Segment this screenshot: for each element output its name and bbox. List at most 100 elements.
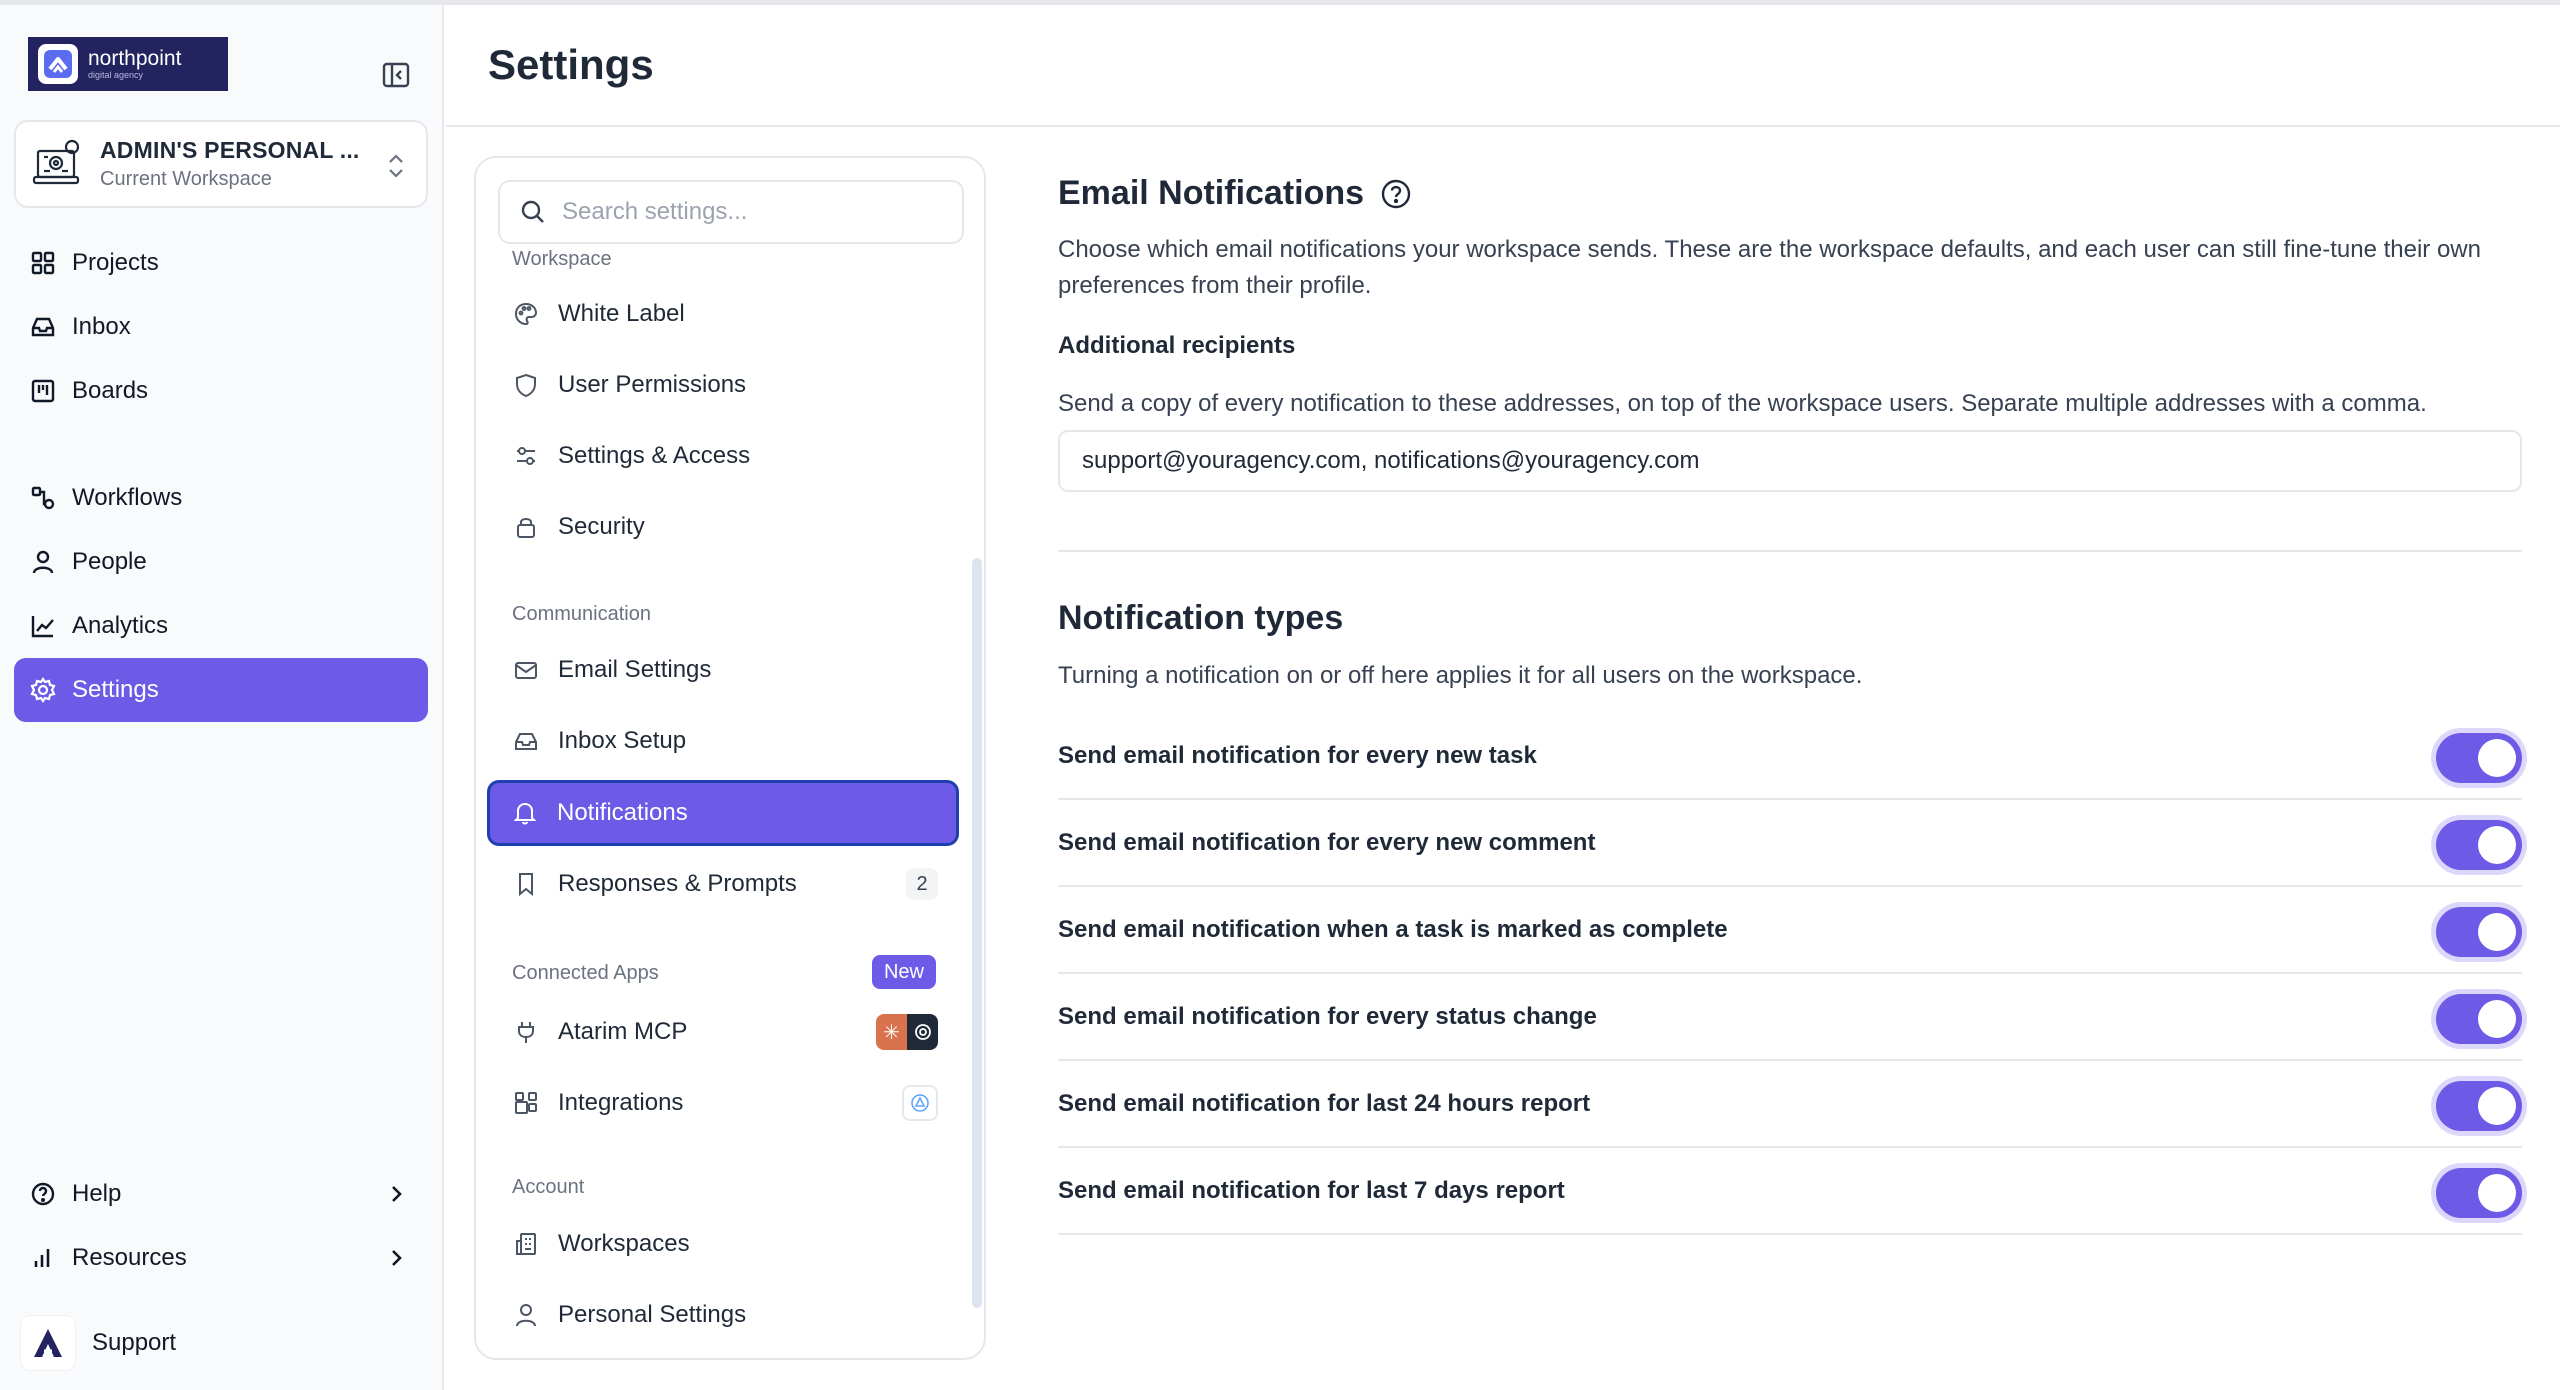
- settings-search-input[interactable]: Search settings...: [498, 180, 964, 244]
- settings-item-settings-access[interactable]: Settings & Access: [488, 424, 962, 488]
- notification-row: Send email notification for last 7 days …: [1058, 1148, 2522, 1235]
- brand-tagline: digital agency: [88, 70, 144, 80]
- additional-recipients-label: Additional recipients: [1058, 332, 1296, 359]
- notification-row: Send email notification when a task is m…: [1058, 887, 2522, 974]
- sidebar-item-label: Projects: [72, 249, 159, 276]
- toggle-knob: [2478, 913, 2516, 951]
- settings-item-label: Atarim MCP: [558, 1018, 688, 1045]
- settings-item-atarim-mcp[interactable]: Atarim MCP ✳: [488, 1000, 962, 1064]
- plug-icon: [512, 1018, 540, 1046]
- sidebar-item-label: Settings: [72, 676, 159, 703]
- search-placeholder: Search settings...: [562, 198, 748, 225]
- notification-label: Send email notification for every new co…: [1058, 828, 1596, 856]
- settings-item-white-label[interactable]: White Label: [488, 282, 962, 346]
- notification-row: Send email notification for every status…: [1058, 974, 2522, 1061]
- toggle-knob: [2478, 1174, 2516, 1212]
- email-notifications-description: Choose which email notifications your wo…: [1058, 236, 2481, 299]
- sidebar-item-label: Resources: [72, 1244, 187, 1271]
- person-icon: [512, 1301, 540, 1329]
- notification-row: Send email notification for every new co…: [1058, 800, 2522, 887]
- settings-item-integrations[interactable]: Integrations: [488, 1071, 962, 1135]
- additional-recipients-help: Send a copy of every notification to the…: [1058, 390, 2427, 417]
- workspace-subtitle: Current Workspace: [100, 168, 272, 190]
- person-icon: [28, 547, 58, 577]
- brand-logo[interactable]: northpoint digital agency: [28, 37, 228, 91]
- settings-item-label: Responses & Prompts: [558, 870, 797, 897]
- additional-recipients-input[interactable]: [1058, 430, 2522, 492]
- sidebar-item-resources[interactable]: Resources: [14, 1226, 428, 1290]
- lock-icon: [512, 513, 540, 541]
- settings-item-label: Integrations: [558, 1089, 684, 1116]
- page-header: Settings: [446, 5, 2560, 127]
- new-comment-toggle[interactable]: [2436, 820, 2522, 870]
- palette-icon: [512, 300, 540, 328]
- settings-item-notifications[interactable]: Notifications: [487, 780, 959, 846]
- settings-item-inbox-setup[interactable]: Inbox Setup: [488, 709, 962, 773]
- support-button[interactable]: Support: [20, 1313, 176, 1373]
- notification-label: Send email notification for last 24 hour…: [1058, 1089, 1591, 1117]
- sidebar-item-label: Boards: [72, 377, 149, 404]
- mcp-apps-badge: ✳: [876, 1014, 938, 1050]
- sidebar-item-workflows[interactable]: Workflows: [14, 466, 428, 530]
- mail-icon: [512, 656, 540, 684]
- settings-item-label: Email Settings: [558, 656, 712, 683]
- settings-item-label: Inbox Setup: [558, 727, 687, 754]
- sidebar-item-label: Analytics: [72, 612, 169, 639]
- settings-item-workspaces[interactable]: Workspaces: [488, 1212, 962, 1276]
- settings-item-responses-prompts[interactable]: Responses & Prompts 2: [488, 852, 962, 916]
- toggle-knob: [2478, 1000, 2516, 1038]
- settings-item-label: User Permissions: [558, 371, 747, 398]
- search-icon: [520, 199, 546, 225]
- building-icon: [512, 1230, 540, 1258]
- collapse-sidebar-button[interactable]: [380, 59, 412, 91]
- section-divider: [1058, 550, 2522, 552]
- sidebar-item-settings[interactable]: Settings: [14, 658, 428, 722]
- toggle-knob: [2478, 826, 2516, 864]
- notification-label: Send email notification for every status…: [1058, 1002, 1597, 1030]
- task-complete-toggle[interactable]: [2436, 907, 2522, 957]
- toggle-knob: [2478, 1087, 2516, 1125]
- settings-item-label: Security: [558, 513, 645, 540]
- notification-label: Send email notification when a task is m…: [1058, 915, 1728, 943]
- help-circle-icon[interactable]: [1380, 178, 1412, 210]
- notification-types-heading: Notification types: [1058, 599, 1344, 637]
- sidebar-item-label: Workflows: [72, 484, 183, 511]
- sidebar-item-people[interactable]: People: [14, 530, 428, 594]
- responses-count-badge: 2: [906, 868, 938, 900]
- section-label-account: Account: [512, 1176, 585, 1198]
- sidebar-item-help[interactable]: Help: [14, 1162, 428, 1226]
- bookmark-icon: [512, 870, 540, 898]
- settings-item-personal-settings[interactable]: Personal Settings: [488, 1283, 962, 1347]
- chevron-right-icon: [384, 1244, 408, 1279]
- page-title: Settings: [488, 41, 654, 88]
- daily-report-toggle[interactable]: [2436, 1081, 2522, 1131]
- brand-name: northpoint: [88, 47, 182, 70]
- new-task-toggle[interactable]: [2436, 733, 2522, 783]
- settings-item-email-settings[interactable]: Email Settings: [488, 638, 962, 702]
- bell-icon: [511, 799, 539, 827]
- integration-app-icon: [902, 1085, 938, 1121]
- workspace-icon: [32, 137, 86, 191]
- sidebar-item-projects[interactable]: Projects: [14, 231, 428, 295]
- status-change-toggle[interactable]: [2436, 994, 2522, 1044]
- sliders-icon: [512, 442, 540, 470]
- notification-types-description: Turning a notification on or off here ap…: [1058, 662, 1863, 689]
- sidebar-item-boards[interactable]: Boards: [14, 359, 428, 423]
- settings-nav-scrollbar[interactable]: [972, 558, 982, 1308]
- sidebar-item-label: People: [72, 548, 147, 575]
- settings-item-user-permissions[interactable]: User Permissions: [488, 353, 962, 417]
- settings-item-security[interactable]: Security: [488, 495, 962, 559]
- grid-icon: [28, 248, 58, 278]
- gear-icon: [28, 675, 58, 705]
- sidebar-item-inbox[interactable]: Inbox: [14, 295, 428, 359]
- board-icon: [28, 376, 58, 406]
- openai-logo-icon: [907, 1014, 938, 1050]
- sidebar-item-analytics[interactable]: Analytics: [14, 594, 428, 658]
- workspace-switcher[interactable]: ADMIN'S PERSONAL ... Current Workspace: [14, 120, 428, 208]
- chevron-right-icon: [384, 1180, 408, 1215]
- settings-item-label: White Label: [558, 300, 685, 327]
- notification-label: Send email notification for every new ta…: [1058, 741, 1537, 769]
- weekly-report-toggle[interactable]: [2436, 1168, 2522, 1218]
- toggle-knob: [2478, 739, 2516, 777]
- notification-row: Send email notification for last 24 hour…: [1058, 1061, 2522, 1148]
